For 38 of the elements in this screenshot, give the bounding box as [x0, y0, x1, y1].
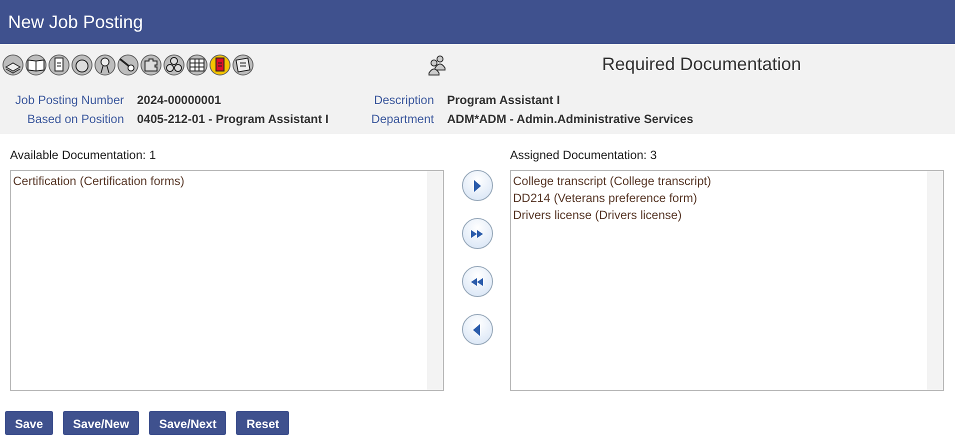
- document-icon[interactable]: [209, 54, 231, 76]
- field-label: Based on Position: [26, 112, 124, 126]
- field-label: Job Posting Number: [14, 93, 124, 107]
- action-button[interactable]: Reset: [236, 411, 290, 435]
- document-icon[interactable]: [48, 54, 70, 76]
- circles-icon[interactable]: [163, 54, 185, 76]
- field-value: Program Assistant I: [447, 93, 561, 107]
- action-button[interactable]: Save/Next: [149, 411, 226, 435]
- ribbon-icon[interactable]: [94, 54, 116, 76]
- puzzle-icon[interactable]: [140, 54, 162, 76]
- list-item[interactable]: Certification (Certification forms): [13, 174, 423, 188]
- move-right-button[interactable]: [462, 170, 492, 201]
- list-item[interactable]: Drivers license (Drivers license): [513, 208, 923, 222]
- section-title: Required Documentation: [602, 54, 802, 75]
- move-left-button[interactable]: [462, 314, 492, 345]
- scrollbar[interactable]: [927, 171, 943, 390]
- action-button[interactable]: Save/New: [63, 411, 140, 435]
- field-label: Department: [370, 112, 434, 126]
- satellite-dish-icon[interactable]: [117, 54, 139, 76]
- move-all-right-button[interactable]: [462, 218, 492, 249]
- field-value: ADM*ADM - Admin.Administrative Services: [447, 112, 694, 126]
- book-icon[interactable]: [25, 54, 47, 76]
- window-title: New Job Posting: [8, 12, 144, 32]
- list-heading: Assigned Documentation: 3: [510, 148, 658, 162]
- scrollbar[interactable]: [427, 171, 443, 390]
- list-item[interactable]: College transcript (College transcript): [513, 174, 923, 188]
- move-all-left-button[interactable]: [462, 266, 492, 297]
- stack-icon[interactable]: [2, 54, 24, 76]
- list-heading: Available Documentation: 1: [10, 148, 157, 162]
- field-value: 0405-212-01 - Program Assistant I: [137, 112, 330, 126]
- list-item[interactable]: DD214 (Veterans preference form): [513, 191, 923, 205]
- field-label: Description: [372, 93, 434, 107]
- note-icon[interactable]: [232, 54, 254, 76]
- field-value: 2024-00000001: [137, 93, 222, 107]
- people-icon[interactable]: [426, 54, 448, 76]
- action-button[interactable]: Save: [5, 411, 54, 435]
- table-icon[interactable]: [186, 54, 208, 76]
- circle-icon[interactable]: [71, 54, 93, 76]
